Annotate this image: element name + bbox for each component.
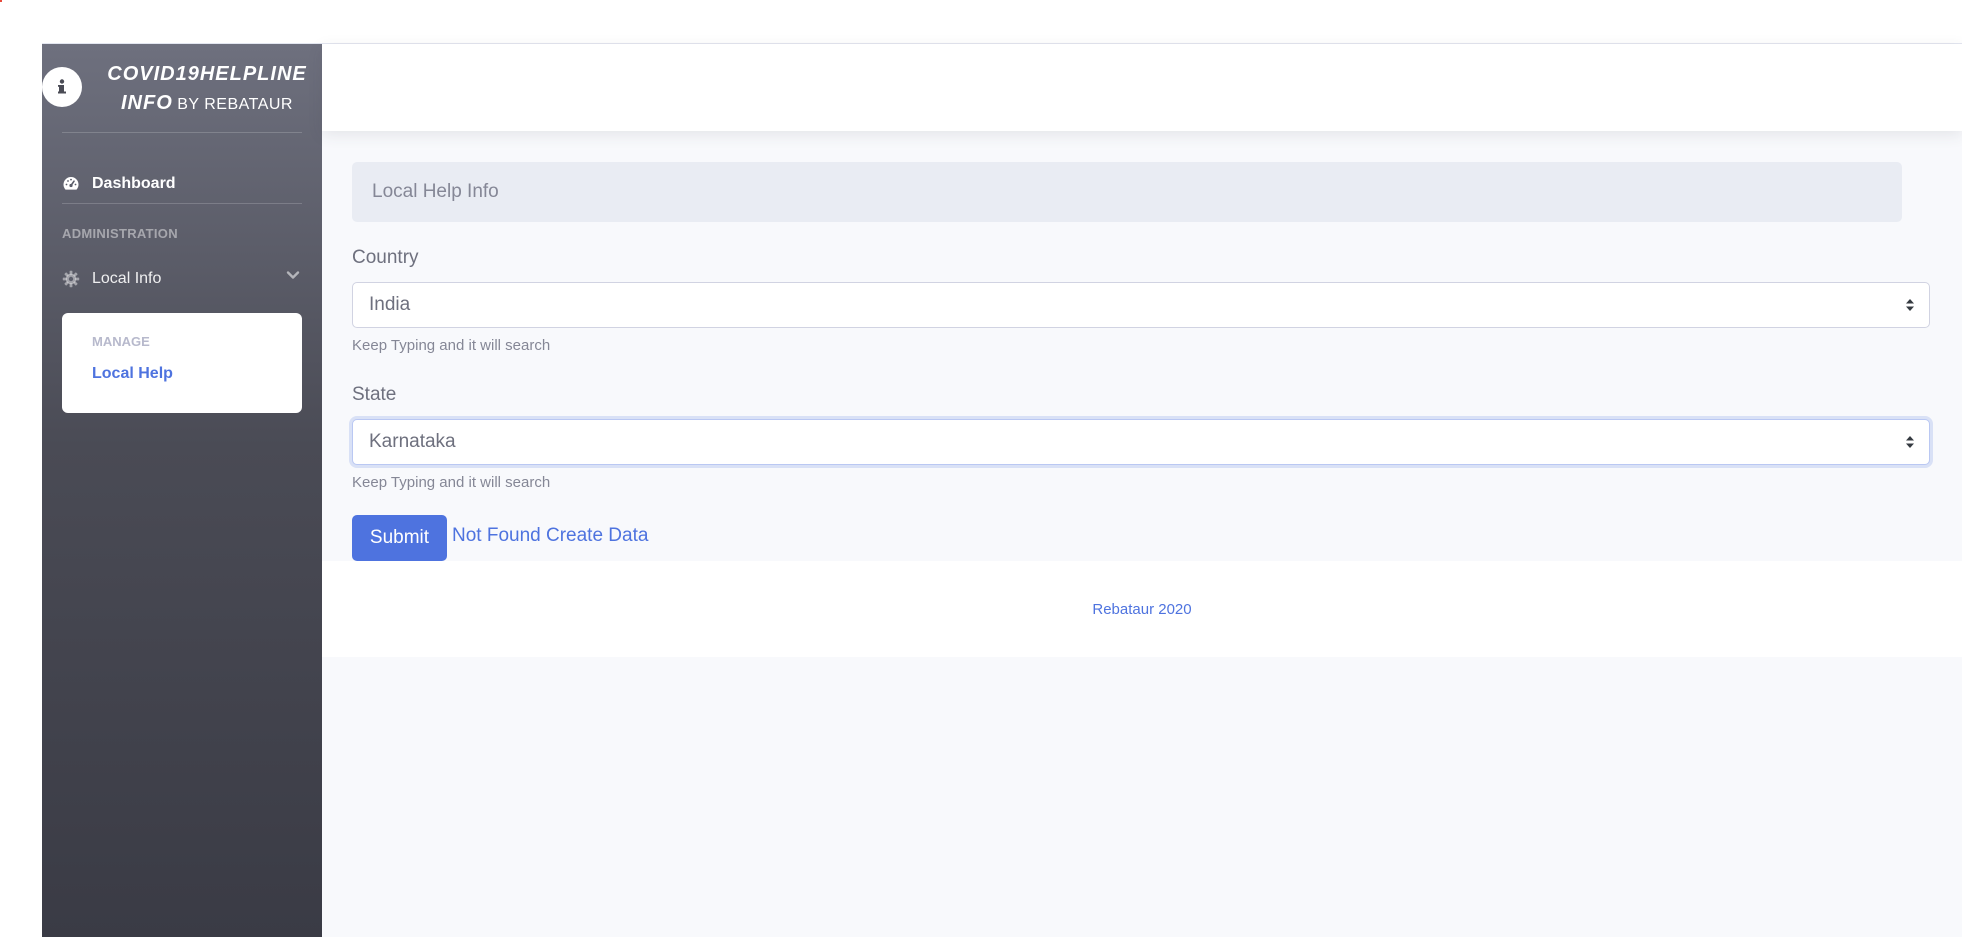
collapse-submenu: MANAGE Local Help (62, 313, 302, 413)
copyright-text: Rebataur 2020 (1092, 600, 1192, 618)
submenu-heading: MANAGE (92, 334, 150, 349)
chevron-down-icon[interactable] (286, 268, 300, 282)
sidebar-heading: ADMINISTRATION (62, 226, 178, 241)
sidebar-item-label: Dashboard (92, 175, 176, 192)
submit-button[interactable]: Submit (352, 515, 447, 561)
footer: Rebataur 2020 (322, 561, 1962, 657)
sidebar-divider (62, 132, 302, 133)
page-title-bar: Local Help Info (352, 162, 1902, 222)
sidebar-item-local-info[interactable]: Local Info (62, 264, 312, 294)
brand-subtitle: BY REBATAUR (177, 96, 293, 113)
brand-title-line2: INFO (121, 92, 173, 114)
state-label: State (352, 384, 397, 405)
state-select[interactable]: Karnataka (352, 419, 1930, 465)
submenu-item-local-help[interactable]: Local Help (92, 365, 173, 383)
tachometer-icon (62, 175, 80, 193)
info-icon (42, 67, 82, 107)
state-select-value: Karnataka (369, 431, 456, 452)
main-content: Local Help Info Country India Keep Typin… (322, 44, 1962, 937)
corner-mark (0, 0, 2, 2)
sidebar-item-label: Local Info (92, 270, 162, 287)
sidebar: COVID19HELPLINE INFO BY REBATAUR Dashboa… (42, 44, 322, 937)
select-arrows-icon (1906, 436, 1914, 448)
gear-icon (62, 270, 80, 288)
sidebar-item-dashboard[interactable]: Dashboard (62, 169, 312, 199)
country-select-value: India (369, 294, 411, 315)
brand-text: COVID19HELPLINE INFO BY REBATAUR (97, 60, 317, 119)
country-label: Country (352, 247, 419, 268)
country-help-text: Keep Typing and it will search (352, 337, 551, 354)
country-select[interactable]: India (352, 282, 1930, 328)
brand-title-line1: COVID19HELPLINE (107, 63, 307, 85)
page-title: Local Help Info (372, 181, 499, 202)
page: COVID19HELPLINE INFO BY REBATAUR Dashboa… (0, 0, 1962, 937)
not-found-create-data-link[interactable]: Not Found Create Data (452, 525, 648, 547)
topbar (322, 44, 1962, 131)
sidebar-divider (62, 203, 302, 204)
sidebar-brand[interactable]: COVID19HELPLINE INFO BY REBATAUR (42, 44, 322, 132)
state-help-text: Keep Typing and it will search (352, 474, 551, 491)
select-arrows-icon (1906, 299, 1914, 311)
